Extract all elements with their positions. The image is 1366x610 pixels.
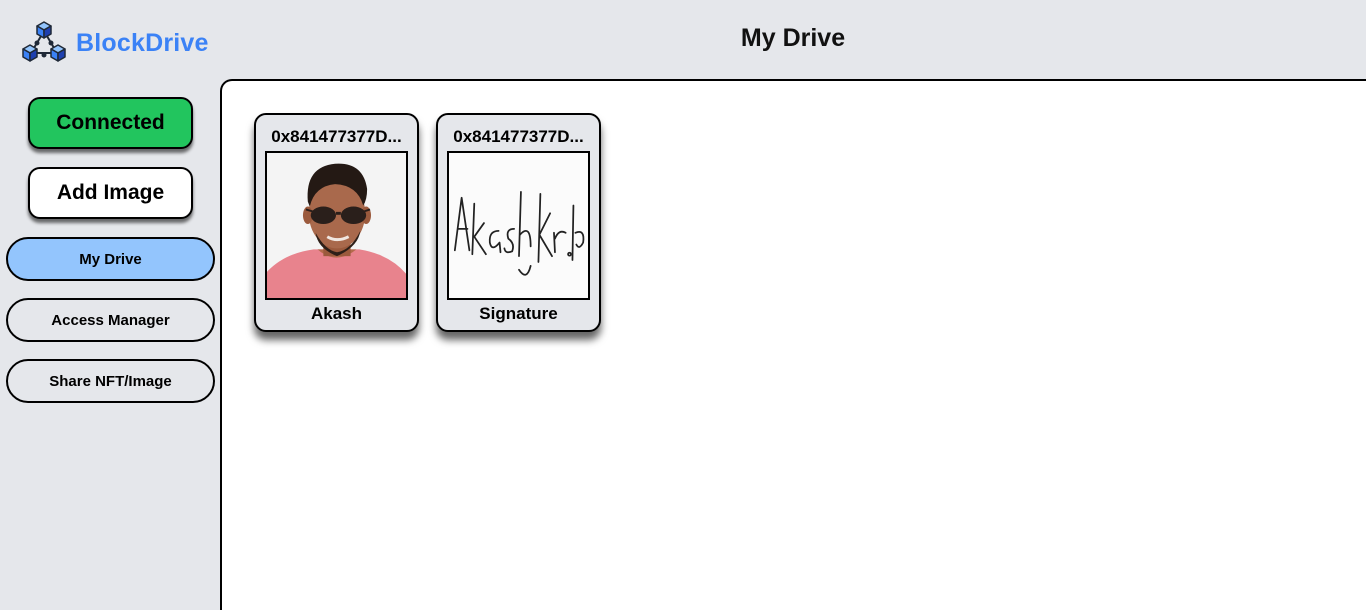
file-id: 0x841477377D... bbox=[271, 127, 402, 146]
connected-button[interactable]: Connected bbox=[28, 97, 193, 149]
file-thumbnail[interactable] bbox=[447, 151, 590, 300]
brand-name: BlockDrive bbox=[76, 28, 209, 57]
blockchain-cubes-icon bbox=[22, 21, 66, 62]
file-card[interactable]: 0x841477377D... Akash bbox=[254, 113, 419, 332]
sidebar: Connected Add Image My Drive Access Mana… bbox=[0, 80, 220, 610]
nav-item-access-manager[interactable]: Access Manager bbox=[6, 298, 215, 342]
file-name: Signature bbox=[479, 304, 558, 323]
file-card[interactable]: 0x841477377D... Signature bbox=[436, 113, 601, 332]
handwritten-signature-image bbox=[449, 153, 588, 298]
file-name: Akash bbox=[310, 304, 363, 323]
file-id: 0x841477377D... bbox=[453, 127, 584, 146]
add-image-button[interactable]: Add Image bbox=[28, 167, 193, 219]
brand: BlockDrive bbox=[20, 20, 209, 66]
file-thumbnail[interactable] bbox=[265, 151, 408, 300]
drive-panel: 0x841477377D... Akash 0x841477377D... Si… bbox=[220, 79, 1366, 610]
portrait-photo-image bbox=[267, 153, 406, 298]
nav-item-my-drive[interactable]: My Drive bbox=[6, 237, 215, 281]
nav-item-share-nft-image[interactable]: Share NFT/Image bbox=[6, 359, 215, 403]
page-title: My Drive bbox=[740, 24, 846, 52]
